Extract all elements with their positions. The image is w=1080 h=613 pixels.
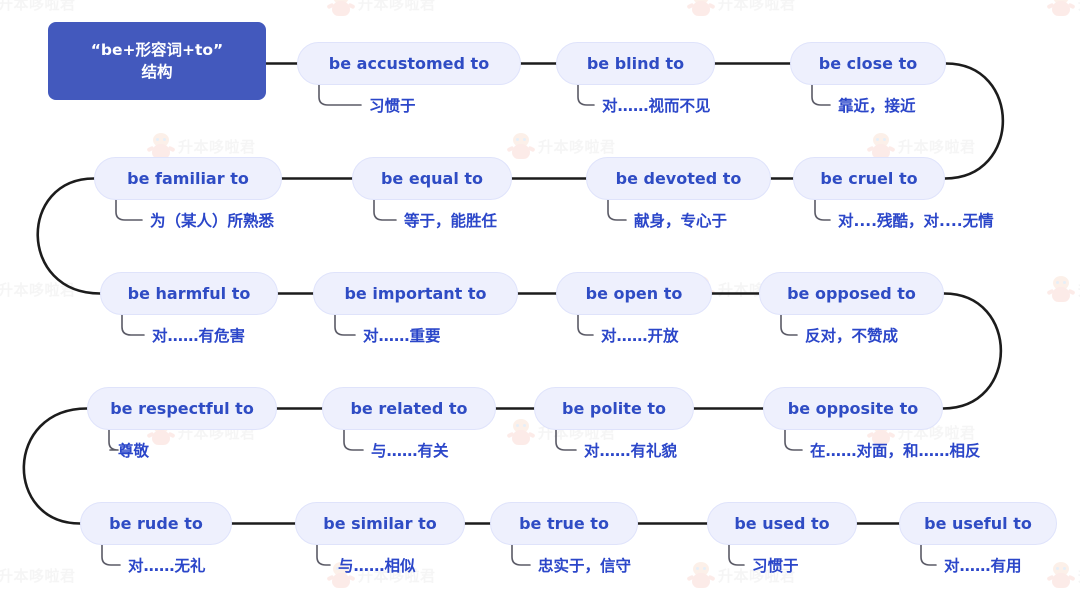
note-be-respectful-to: 尊敬 [118,442,150,460]
node-be-polite-to[interactable]: be polite to [534,387,694,430]
node-label: be opposite to [787,399,919,418]
note-be-accustomed-to: 习惯于 [369,97,416,115]
node-label: be harmful to [127,284,251,303]
node-label: be opposed to [787,284,916,303]
node-label: be devoted to [615,169,742,188]
note-be-devoted-to: 献身，专心于 [634,212,728,230]
note-be-familiar-to: 为（某人）所熟悉 [150,212,275,230]
node-label: be accustomed to [328,54,490,73]
node-label: be used to [734,514,830,533]
node-be-opposed-to[interactable]: be opposed to [759,272,944,315]
note-be-blind-to: 对……视而不见 [602,97,711,115]
node-label: be similar to [323,514,437,533]
node-label: be familiar to [127,169,249,188]
node-be-useful-to[interactable]: be useful to [899,502,1057,545]
note-be-opposite-to: 在……对面，和……相反 [810,442,981,460]
root-title-box[interactable]: “be+形容词+to” 结构 [48,22,266,100]
node-be-opposite-to[interactable]: be opposite to [763,387,943,430]
node-label: be polite to [562,399,666,418]
node-label: be true to [519,514,609,533]
root-title-line1: “be+形容词+to” [90,40,224,59]
node-be-accustomed-to[interactable]: be accustomed to [297,42,521,85]
note-be-rude-to: 对……无礼 [128,557,206,575]
node-be-important-to[interactable]: be important to [313,272,518,315]
node-label: be cruel to [820,169,918,188]
note-be-cruel-to: 对....残酷，对....无情 [838,212,994,230]
note-be-close-to: 靠近，接近 [838,97,916,115]
node-label: be useful to [924,514,1032,533]
node-layer: “be+形容词+to” 结构 be accustomed to 习惯于 be bli… [0,0,1080,613]
node-label: be rude to [109,514,203,533]
note-be-important-to: 对……重要 [363,327,441,345]
node-be-harmful-to[interactable]: be harmful to [100,272,278,315]
node-be-related-to[interactable]: be related to [322,387,496,430]
node-be-close-to[interactable]: be close to [790,42,946,85]
node-be-respectful-to[interactable]: be respectful to [87,387,277,430]
node-label: be close to [818,54,918,73]
note-be-similar-to: 与……相似 [338,557,416,575]
node-be-rude-to[interactable]: be rude to [80,502,232,545]
mindmap-canvas: 升本哆啦君 升本哆啦君 升本哆啦君 升本哆啦君 升本哆啦君 升本哆啦君 升本哆啦君 升本哆啦君… [0,0,1080,613]
root-title-line2: 结构 [141,63,173,81]
node-label: be important to [344,284,487,303]
node-label: be related to [350,399,468,418]
node-label: be blind to [586,54,685,73]
note-be-polite-to: 对……有礼貌 [584,442,678,460]
note-be-useful-to: 对……有用 [944,557,1022,575]
node-label: be respectful to [110,399,254,418]
node-be-open-to[interactable]: be open to [556,272,712,315]
note-be-equal-to: 等于，能胜任 [404,212,498,230]
node-be-equal-to[interactable]: be equal to [352,157,512,200]
note-be-related-to: 与……有关 [371,442,449,460]
node-be-blind-to[interactable]: be blind to [556,42,715,85]
node-be-true-to[interactable]: be true to [490,502,638,545]
node-label: be open to [585,284,683,303]
note-be-true-to: 忠实于，信守 [538,557,632,575]
node-be-cruel-to[interactable]: be cruel to [793,157,945,200]
node-be-used-to[interactable]: be used to [707,502,857,545]
node-be-devoted-to[interactable]: be devoted to [586,157,771,200]
node-be-similar-to[interactable]: be similar to [295,502,465,545]
node-label: be equal to [380,169,484,188]
note-be-open-to: 对……开放 [601,327,679,345]
note-be-opposed-to: 反对，不赞成 [805,327,899,345]
note-be-used-to: 习惯于 [752,557,799,575]
node-be-familiar-to[interactable]: be familiar to [94,157,282,200]
note-be-harmful-to: 对……有危害 [152,327,246,345]
